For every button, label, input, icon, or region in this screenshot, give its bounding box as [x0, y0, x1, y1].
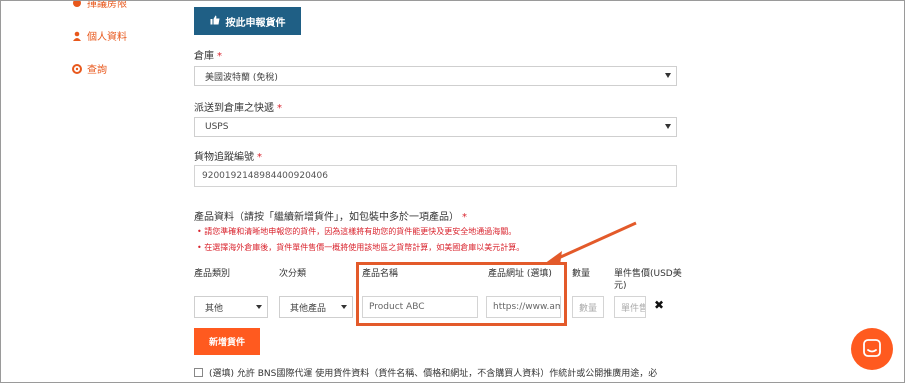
consent-checkbox[interactable]	[194, 368, 203, 377]
annotation-arrow	[544, 221, 637, 265]
highlight-box	[356, 262, 567, 326]
declare-shipment-button[interactable]: 按此申報貨件	[194, 7, 301, 35]
sidebar-item-profile[interactable]: 個人資料	[72, 28, 127, 43]
warehouse-value: 美國波特蘭 (免稅)	[205, 72, 278, 83]
sidebar-item-label: 查詢	[87, 65, 107, 76]
tracking-label: 貨物追蹤編號 *	[194, 152, 262, 163]
category-select[interactable]: 其他	[194, 296, 268, 318]
sidebar-item-label: 個人資料	[87, 32, 127, 43]
consent-row: (選填) 允許 BNS國際代運 使用貨件資料（貨件名稱、價格和網址，不含購買人資…	[194, 366, 657, 379]
column-category: 產品類別	[194, 269, 231, 279]
consent-text: (選填) 允許 BNS國際代運 使用貨件資料（貨件名稱、價格和網址，不含購買人資…	[209, 369, 658, 379]
add-shipment-button[interactable]: 新增貨件	[194, 328, 260, 355]
chevron-down-icon	[665, 73, 671, 78]
courier-value: USPS	[205, 122, 229, 132]
chevron-down-icon	[256, 305, 262, 309]
column-subcategory: 次分類	[279, 269, 307, 279]
chat-button[interactable]	[851, 328, 893, 370]
warehouse-select[interactable]: 美國波特蘭 (免稅)	[194, 66, 677, 86]
quantity-input[interactable]: 數量	[572, 296, 604, 318]
lifebuoy-icon	[72, 63, 82, 74]
courier-label: 派送到倉庫之快遞 *	[194, 103, 282, 114]
column-unit-price: 單件售價(USD美元)	[614, 269, 682, 291]
subcategory-value: 其他產品	[290, 303, 327, 314]
subcategory-select[interactable]: 其他產品	[279, 296, 353, 318]
products-note: • 請您準確和清晰地申報您的貨件，因為這樣將有助您的貨件能更快及更安全地通過海關…	[197, 227, 517, 236]
tracking-input[interactable]: 9200192148984400920406	[194, 165, 677, 187]
chat-icon	[863, 338, 881, 360]
tracking-value: 9200192148984400920406	[202, 171, 328, 181]
add-shipment-label: 新增貨件	[208, 338, 245, 348]
courier-select[interactable]: USPS	[194, 117, 677, 137]
thumbs-up-icon	[210, 15, 220, 28]
quantity-placeholder: 數量	[579, 303, 598, 314]
warehouse-label: 倉庫 *	[194, 51, 222, 62]
column-quantity: 數量	[572, 269, 591, 279]
unit-price-placeholder: 單件售	[621, 303, 646, 314]
sidebar-item-settings[interactable]: 揮議房限	[72, 0, 127, 10]
user-icon	[72, 31, 82, 41]
close-icon[interactable]: ✖	[654, 298, 664, 312]
declare-shipment-label: 按此申報貨件	[225, 17, 286, 29]
chevron-down-icon	[665, 124, 671, 129]
products-label: 產品資料（請按「繼續新增貨件」，如包裝中多於一項產品） *	[194, 212, 467, 223]
category-value: 其他	[205, 303, 224, 314]
chevron-down-icon	[341, 305, 347, 309]
sidebar-item-inquiry[interactable]: 查詢	[72, 61, 107, 76]
gear-icon	[72, 0, 82, 8]
products-note: • 在選擇海外倉庫後，貨件單件售價一概將使用該地區之貨幣計算，如美國倉庫以美元計…	[197, 243, 525, 252]
unit-price-input[interactable]: 單件售	[614, 296, 646, 318]
sidebar-item-label: 揮議房限	[87, 0, 127, 10]
